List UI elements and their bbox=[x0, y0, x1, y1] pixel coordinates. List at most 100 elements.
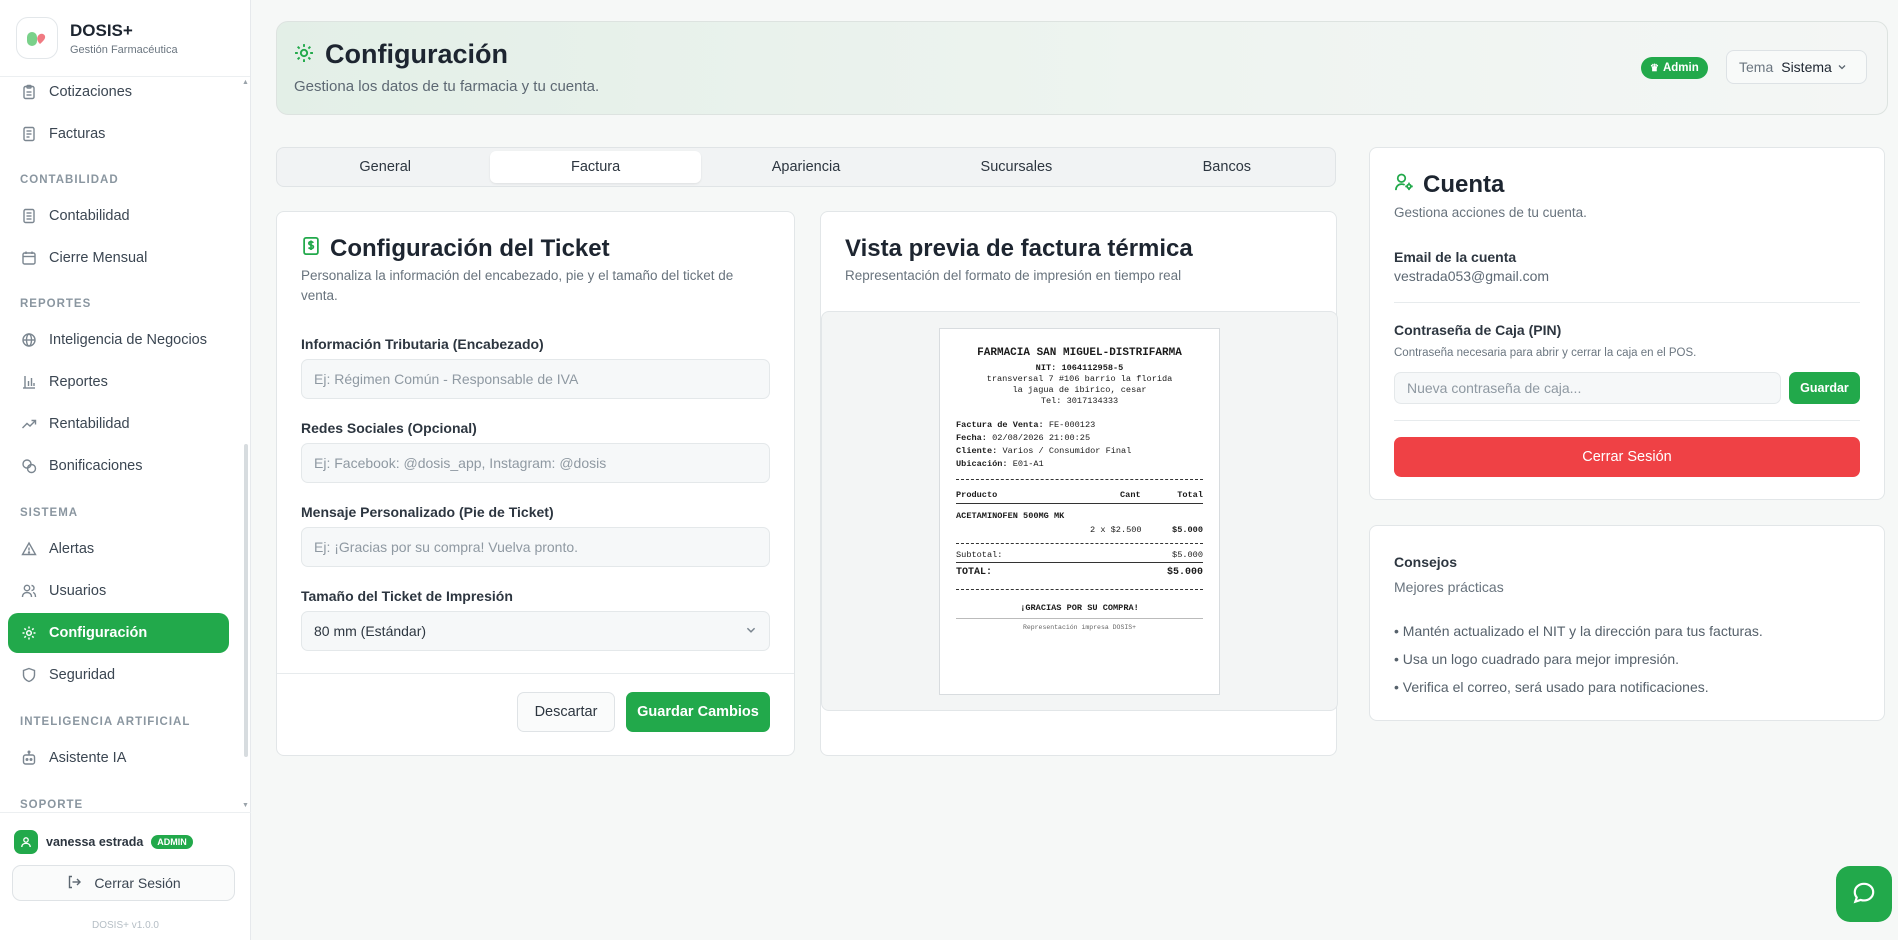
ticket-date-row: Fecha: 02/08/2026 21:00:25 bbox=[956, 433, 1090, 443]
sidebar: DOSIS+ Gestión Farmacéutica Cotizaciones… bbox=[0, 0, 251, 940]
sidebar-nav: Cotizaciones Facturas CONTABILIDAD Conta… bbox=[0, 77, 251, 812]
divider bbox=[277, 673, 794, 674]
message-input[interactable]: Ej: ¡Gracias por su compra! Vuelva pront… bbox=[301, 527, 770, 567]
pin-input[interactable]: Nueva contraseña de caja... bbox=[1394, 372, 1781, 404]
calendar-icon bbox=[20, 249, 38, 267]
tax-info-input[interactable]: Ej: Régimen Común - Responsable de IVA bbox=[301, 359, 770, 399]
divider bbox=[0, 812, 251, 813]
email-label: Email de la cuenta bbox=[1394, 249, 1517, 265]
sidebar-item-label: Inteligencia de Negocios bbox=[49, 332, 207, 348]
page-title: Configuración bbox=[325, 39, 508, 69]
shield-icon bbox=[20, 666, 38, 684]
sidebar-item-inteligencia-de-negocios[interactable]: Inteligencia de Negocios bbox=[8, 320, 229, 360]
user-profile[interactable]: vanessa estrada ADMIN bbox=[14, 830, 193, 854]
ticket-client-row: Cliente: Varios / Consumidor Final bbox=[956, 446, 1131, 456]
ticket-sale-value: FE-000123 bbox=[1048, 420, 1096, 430]
chevron-down-icon bbox=[1837, 59, 1847, 75]
bar-chart-icon bbox=[20, 373, 38, 391]
sidebar-item-seguridad[interactable]: Seguridad bbox=[8, 655, 229, 695]
sidebar-item-rentabilidad[interactable]: Rentabilidad bbox=[8, 404, 229, 444]
user-name: vanessa estrada bbox=[46, 835, 144, 849]
ticket-address-2: la jagua de ibirico, cesar bbox=[1012, 385, 1147, 395]
warning-icon bbox=[20, 540, 38, 558]
brand: DOSIS+ Gestión Farmacéutica bbox=[0, 0, 250, 77]
sidebar-item-cotizaciones[interactable]: Cotizaciones bbox=[8, 77, 229, 112]
social-input[interactable]: Ej: Facebook: @dosis_app, Instagram: @do… bbox=[301, 443, 770, 483]
page-title-row: Configuración bbox=[293, 39, 508, 70]
sidebar-section-ia: INTELIGENCIA ARTIFICIAL bbox=[20, 716, 191, 728]
sidebar-logout-button[interactable]: Cerrar Sesión bbox=[12, 865, 235, 901]
account-title-row: Cuenta bbox=[1394, 171, 1504, 199]
scroll-down-icon[interactable]: ▼ bbox=[242, 802, 249, 809]
app-version: DOSIS+ v1.0.0 bbox=[92, 920, 159, 931]
sidebar-item-facturas[interactable]: Facturas bbox=[8, 114, 229, 154]
discard-button[interactable]: Descartar bbox=[517, 692, 615, 732]
tips-subtitle: Mejores prácticas bbox=[1394, 579, 1504, 595]
ticket-config-title-row: Configuración del Ticket bbox=[301, 235, 610, 263]
avatar bbox=[14, 830, 38, 854]
ticket-location-row: Ubicación: E01-A1 bbox=[956, 459, 1044, 469]
scroll-up-icon[interactable]: ▲ bbox=[242, 79, 249, 86]
sidebar-item-contabilidad[interactable]: Contabilidad bbox=[8, 196, 229, 236]
sidebar-item-usuarios[interactable]: Usuarios bbox=[8, 571, 229, 611]
sidebar-section-reportes: REPORTES bbox=[20, 298, 92, 310]
user-gear-icon bbox=[1394, 171, 1414, 199]
account-title: Cuenta bbox=[1423, 171, 1505, 198]
message-label: Mensaje Personalizado (Pie de Ticket) bbox=[301, 504, 554, 520]
chat-bubble-icon bbox=[1851, 880, 1877, 909]
role-badge: ADMIN bbox=[151, 835, 193, 849]
social-label: Redes Sociales (Opcional) bbox=[301, 420, 477, 436]
sidebar-scrollbar[interactable] bbox=[244, 444, 248, 757]
sidebar-item-label: Reportes bbox=[49, 374, 108, 390]
chat-button[interactable] bbox=[1836, 866, 1892, 922]
ticket-date-value: 02/08/2026 21:00:25 bbox=[992, 433, 1091, 443]
sidebar-item-alertas[interactable]: Alertas bbox=[8, 529, 229, 569]
ticket-separator bbox=[956, 479, 1203, 480]
sidebar-item-cierre-mensual[interactable]: Cierre Mensual bbox=[8, 238, 229, 278]
logout-button[interactable]: Cerrar Sesión bbox=[1394, 437, 1860, 477]
logout-icon bbox=[66, 874, 82, 893]
crown-icon: ♛ bbox=[1650, 62, 1659, 74]
admin-badge: ♛ Admin bbox=[1641, 57, 1708, 79]
sidebar-item-label: Alertas bbox=[49, 541, 95, 557]
admin-badge-label: Admin bbox=[1662, 62, 1699, 74]
tips-card: Consejos Mejores prácticas • Mantén actu… bbox=[1369, 525, 1885, 721]
sidebar-section-sistema: SISTEMA bbox=[20, 507, 79, 519]
tip-item: • Mantén actualizado el NIT y la direcci… bbox=[1394, 623, 1763, 639]
sidebar-item-bonificaciones[interactable]: Bonificaciones bbox=[8, 446, 229, 486]
sidebar-item-reportes[interactable]: Reportes bbox=[8, 362, 229, 402]
sidebar-item-asistente-ia[interactable]: Asistente IA bbox=[8, 738, 229, 778]
ticket-item-total: $5.000 bbox=[1172, 525, 1203, 535]
app-subtitle: Gestión Farmacéutica bbox=[70, 43, 178, 56]
pin-help: Contraseña necesaria para abrir y cerrar… bbox=[1394, 347, 1697, 359]
ticket-col-total: Total bbox=[1177, 490, 1203, 500]
ticket-client-label: Cliente: bbox=[956, 446, 998, 456]
ticket-subtotal-value: $5.000 bbox=[1172, 550, 1203, 560]
ticket-separator bbox=[956, 503, 1203, 504]
tab-factura[interactable]: Factura bbox=[490, 151, 701, 183]
tab-apariencia[interactable]: Apariencia bbox=[701, 151, 911, 183]
theme-label: Tema bbox=[1739, 59, 1774, 75]
sidebar-item-label: Seguridad bbox=[49, 667, 116, 683]
sidebar-item-label: Bonificaciones bbox=[49, 458, 143, 474]
ticket-location-label: Ubicación: bbox=[956, 459, 1008, 469]
sidebar-item-configuracion[interactable]: Configuración bbox=[8, 613, 229, 653]
ticket-config-title: Configuración del Ticket bbox=[330, 235, 610, 262]
tab-sucursales[interactable]: Sucursales bbox=[911, 151, 1121, 183]
theme-select[interactable]: Tema Sistema bbox=[1726, 50, 1867, 84]
tab-bancos[interactable]: Bancos bbox=[1122, 151, 1332, 183]
save-changes-button[interactable]: Guardar Cambios bbox=[626, 692, 770, 732]
coins-icon bbox=[20, 457, 38, 475]
ticket-size-label: Tamaño del Ticket de Impresión bbox=[301, 588, 513, 604]
tax-info-label: Información Tributaria (Encabezado) bbox=[301, 336, 544, 352]
sidebar-item-label: Configuración bbox=[49, 625, 148, 641]
clipboard-icon bbox=[20, 83, 38, 101]
ticket-size-select[interactable]: 80 mm (Estándar) bbox=[301, 611, 770, 651]
users-icon bbox=[20, 582, 38, 600]
settings-tabs: General Factura Apariencia Sucursales Ba… bbox=[276, 147, 1336, 187]
preview-card: Vista previa de factura térmica Represen… bbox=[820, 211, 1338, 756]
pin-save-button[interactable]: Guardar bbox=[1789, 372, 1860, 404]
tab-general[interactable]: General bbox=[280, 151, 490, 183]
pin-label: Contraseña de Caja (PIN) bbox=[1394, 322, 1562, 338]
ticket-date-label: Fecha: bbox=[956, 433, 987, 443]
